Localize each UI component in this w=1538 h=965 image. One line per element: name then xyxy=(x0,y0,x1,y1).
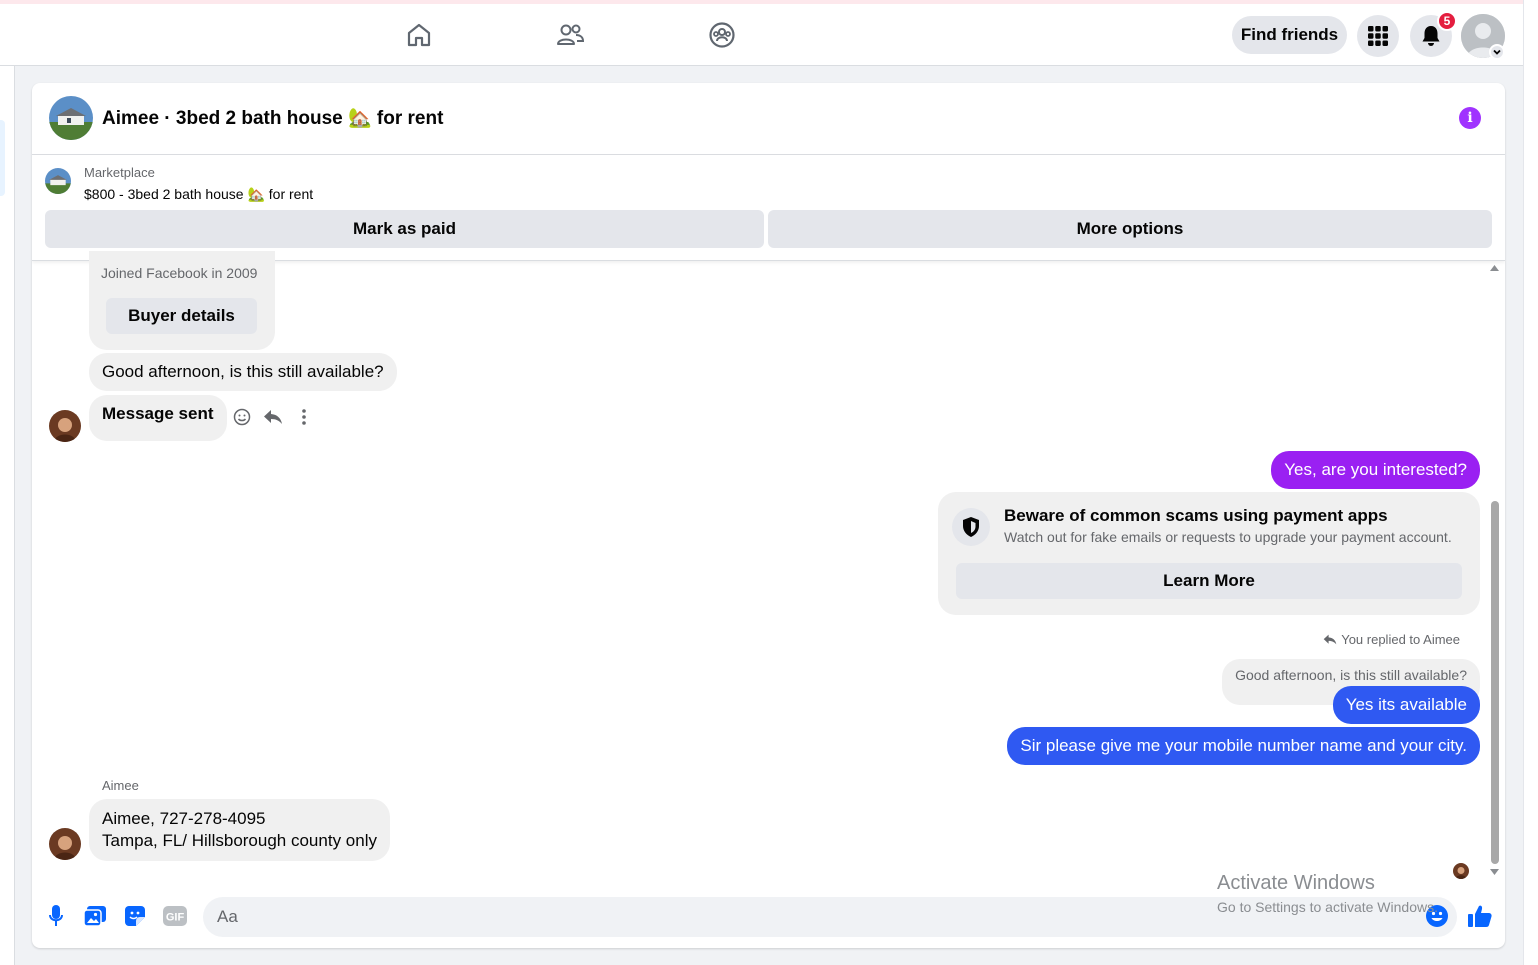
outgoing-message[interactable]: Yes, are you interested? xyxy=(1271,451,1480,489)
aimee-avatar[interactable] xyxy=(49,828,81,860)
watermark-title: Activate Windows xyxy=(1217,872,1375,894)
chat-window: Aimee · 3bed 2 bath house 🏡 for rent i M… xyxy=(32,83,1505,948)
marketplace-listing-bar: Marketplace $800 - 3bed 2 bath house 🏡 f… xyxy=(32,155,1505,261)
listing-title[interactable]: $800 - 3bed 2 bath house 🏡 for rent xyxy=(84,186,313,203)
left-sidebar-edge xyxy=(0,66,15,965)
listing-category: Marketplace xyxy=(84,165,155,180)
thumbs-up-icon[interactable] xyxy=(1468,904,1492,928)
more-options-button[interactable]: More options xyxy=(768,210,1492,248)
gif-icon[interactable]: GIF xyxy=(163,904,187,928)
incoming-message[interactable]: Message sent xyxy=(89,395,227,441)
scroll-up-arrow-icon[interactable] xyxy=(1490,265,1499,271)
read-receipt-avatar xyxy=(1453,863,1469,879)
page-scrollbar[interactable] xyxy=(1523,0,1538,965)
friends-icon[interactable] xyxy=(553,18,587,52)
thread-scrollbar[interactable] xyxy=(1486,261,1500,881)
incoming-message[interactable]: Aimee, 727-278-4095 Tampa, FL/ Hillsboro… xyxy=(89,799,390,861)
chat-title[interactable]: Aimee · 3bed 2 bath house 🏡 for rent xyxy=(102,106,443,130)
top-navigation-bar: Find friends 5 xyxy=(0,4,1523,66)
buyer-details-button[interactable]: Buyer details xyxy=(106,298,257,334)
buyer-profile-card: Joined Facebook in 2009 Buyer details xyxy=(89,251,275,350)
scrollbar-thumb[interactable] xyxy=(1491,501,1499,864)
watermark-subtitle: Go to Settings to activate Windows. xyxy=(1217,899,1438,915)
reply-icon xyxy=(1323,634,1337,645)
chevron-down-icon xyxy=(1493,49,1501,55)
info-icon[interactable]: i xyxy=(1459,107,1481,129)
grid-icon xyxy=(1368,26,1388,46)
scroll-down-arrow-icon[interactable] xyxy=(1490,869,1499,875)
person-photo-icon xyxy=(49,828,81,860)
home-icon[interactable] xyxy=(402,18,436,52)
notification-count-badge: 5 xyxy=(1437,11,1457,31)
microphone-icon[interactable] xyxy=(44,904,68,928)
listing-avatar[interactable] xyxy=(49,96,93,140)
photo-icon[interactable] xyxy=(83,904,107,928)
react-emoji-icon[interactable] xyxy=(231,406,253,428)
shield-icon xyxy=(952,508,990,546)
listing-thumbnail[interactable] xyxy=(45,168,71,194)
left-sidebar-active-marker xyxy=(0,120,5,196)
incoming-message[interactable]: Good afternoon, is this still available? xyxy=(89,353,397,391)
scam-warning-card: Beware of common scams using payment app… xyxy=(938,492,1480,615)
reply-icon[interactable] xyxy=(262,406,284,428)
joined-facebook-text: Joined Facebook in 2009 xyxy=(101,265,258,281)
sender-name: Aimee xyxy=(102,778,139,793)
reply-indicator-label: You replied to Aimee xyxy=(1341,632,1460,647)
more-actions-icon[interactable] xyxy=(293,406,315,428)
house-photo-icon xyxy=(45,168,71,194)
aimee-avatar[interactable] xyxy=(49,410,81,442)
windows-activation-watermark: Activate Windows Go to Settings to activ… xyxy=(1217,872,1438,915)
message-thread: Joined Facebook in 2009 Buyer details Go… xyxy=(32,251,1505,881)
outgoing-message[interactable]: Sir please give me your mobile number na… xyxy=(1007,727,1480,765)
house-photo-icon xyxy=(49,96,93,140)
person-photo-icon xyxy=(1453,863,1469,879)
message-line: Tampa, FL/ Hillsborough county only xyxy=(102,831,377,850)
chat-header: Aimee · 3bed 2 bath house 🏡 for rent i xyxy=(32,83,1505,155)
outgoing-message[interactable]: Yes its available xyxy=(1332,686,1480,724)
message-line: Aimee, 727-278-4095 xyxy=(102,809,266,828)
mark-as-paid-button[interactable]: Mark as paid xyxy=(45,210,764,248)
learn-more-button[interactable]: Learn More xyxy=(956,563,1462,599)
scam-warning-subtitle: Watch out for fake emails or requests to… xyxy=(1004,529,1452,545)
svg-text:GIF: GIF xyxy=(166,912,185,924)
scam-warning-title: Beware of common scams using payment app… xyxy=(1004,506,1388,525)
reply-indicator: You replied to Aimee xyxy=(1323,632,1460,647)
person-photo-icon xyxy=(49,410,81,442)
sticker-icon[interactable] xyxy=(123,904,147,928)
account-menu-caret[interactable] xyxy=(1489,44,1505,60)
menu-grid-button[interactable] xyxy=(1357,15,1399,57)
bell-icon xyxy=(1422,26,1440,46)
groups-icon[interactable] xyxy=(705,18,739,52)
find-friends-button[interactable]: Find friends xyxy=(1232,16,1347,54)
